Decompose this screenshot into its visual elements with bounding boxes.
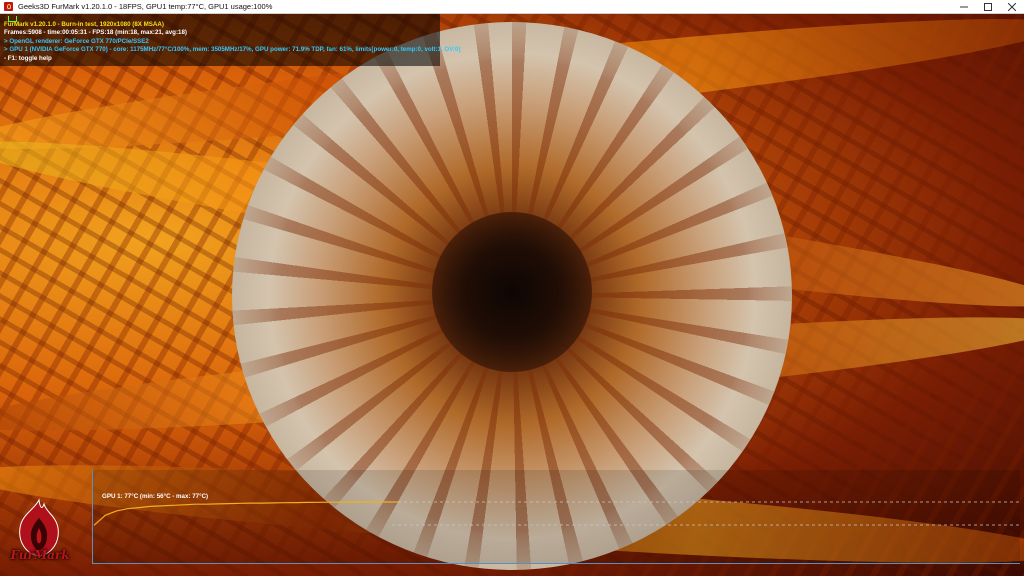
temperature-plot (93, 501, 1020, 526)
minimize-button[interactable] (952, 0, 976, 14)
fur-center (432, 212, 592, 372)
window-title: Geeks3D FurMark v1.20.1.0 - 18FPS, GPU1 … (18, 2, 273, 11)
furmark-icon (4, 2, 13, 11)
close-icon (1008, 3, 1016, 11)
osd-test-info: FurMark v1.20.1.0 - Burn-in test, 1920x1… (4, 21, 164, 28)
osd-renderer-info: > OpenGL renderer: GeForce GTX 770/PCIe/… (4, 37, 149, 45)
title-bar[interactable]: Geeks3D FurMark v1.20.1.0 - 18FPS, GPU1 … (0, 0, 1024, 14)
furmark-window: Geeks3D FurMark v1.20.1.0 - 18FPS, GPU1 … (0, 0, 1024, 576)
osd-frames-info: Frames:5908 - time:00:05:31 - FPS:18 (mi… (4, 29, 187, 37)
close-button[interactable] (1000, 0, 1024, 14)
temperature-graph: GPU 1: 77°C (min: 56°C - max: 77°C) (92, 470, 1020, 564)
window-controls (952, 0, 1024, 14)
osd-overlay: FurMark v1.20.1.0 - Burn-in test, 1920x1… (4, 21, 461, 63)
maximize-button[interactable] (976, 0, 1000, 14)
minimize-icon (960, 6, 968, 8)
temperature-line (93, 501, 398, 526)
logo-text: FurMark (10, 548, 70, 562)
osd-gpu-info: > GPU 1 (NVIDIA GeForce GTX 770) - core:… (4, 46, 461, 54)
graph-label: GPU 1: 77°C (min: 56°C - max: 77°C) (102, 493, 209, 500)
osd-help-hint: - F1: toggle help (4, 54, 52, 62)
maximize-icon (984, 3, 992, 11)
